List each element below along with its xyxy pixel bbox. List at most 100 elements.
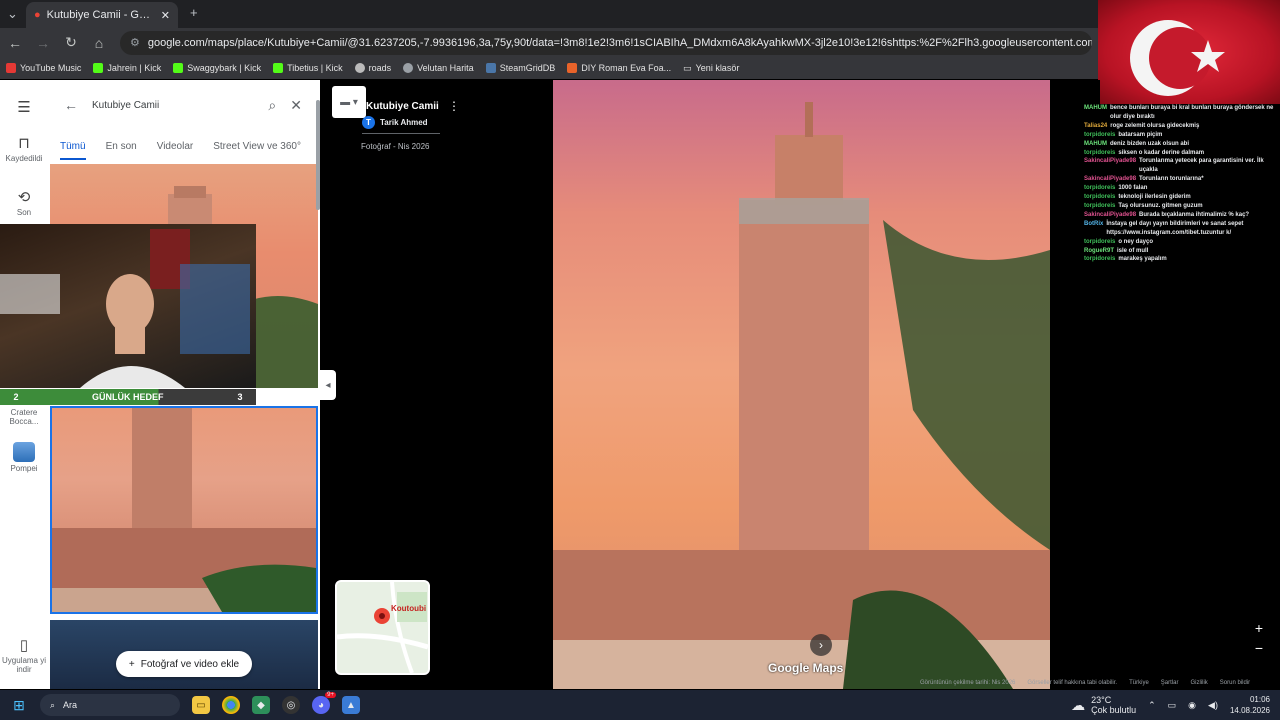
new-tab-icon[interactable]: + xyxy=(190,5,198,20)
windows-start-icon[interactable]: ⊞ xyxy=(10,696,28,714)
goal-current: 2 xyxy=(13,392,19,402)
forward-icon[interactable]: → xyxy=(36,35,50,51)
back-arrow-icon[interactable]: ← xyxy=(64,97,78,113)
get-app-button[interactable]: ▯ Uygulama yi indir xyxy=(0,636,48,674)
url-field[interactable]: ⚙ google.com/maps/place/Kutubiye+Camii/@… xyxy=(120,30,1092,55)
close-tab-icon[interactable]: ✕ xyxy=(161,9,170,22)
display-icon[interactable]: ▭ xyxy=(1168,700,1177,711)
search-box[interactable]: ← Kutubiye Camii ⌕ ✕ xyxy=(58,90,308,120)
zoom-out-button[interactable]: − xyxy=(1250,638,1268,658)
browser-tab[interactable]: ● Kutubiye Camii - Google Harita ✕ xyxy=(26,2,178,28)
next-photo-button[interactable]: › xyxy=(810,634,832,656)
chat-username[interactable]: torpidoreis xyxy=(1084,131,1115,140)
tab-list-icon[interactable]: ⌄ xyxy=(7,6,18,22)
site-info-icon[interactable]: ⚙ xyxy=(130,36,140,49)
app-icon[interactable]: ◆ xyxy=(252,696,270,714)
divider xyxy=(362,133,440,134)
address-bar: ← → ↻ ⌂ ⚙ google.com/maps/place/Kutubiye… xyxy=(0,28,1100,57)
add-photo-button[interactable]: + Fotoğraf ve video ekle xyxy=(116,651,252,677)
picture-icon: ▬ ▾ xyxy=(340,96,358,108)
globe-icon xyxy=(354,63,365,73)
chat-username[interactable]: torpidoreis xyxy=(1084,184,1115,193)
bookmark-item[interactable]: SteamGridDB xyxy=(485,63,555,73)
tab-videos[interactable]: Videolar xyxy=(157,141,194,152)
chat-text: Taş olursunuz. gitmen guzum xyxy=(1118,202,1203,209)
stream-chat: MAHUM bence bunları buraya bi kral bunlar… xyxy=(1084,104,1280,304)
etsy-icon xyxy=(567,63,578,73)
chat-username[interactable]: RogueR9T xyxy=(1084,247,1114,256)
recent-place-item[interactable]: Cratere Bocca... xyxy=(0,408,48,426)
app-icon[interactable]: ▲ xyxy=(342,696,360,714)
bookmark-item[interactable]: roads xyxy=(354,63,391,73)
tab-street-view[interactable]: Street View ve 360° xyxy=(213,141,301,152)
chat-username[interactable]: Talias24 xyxy=(1084,122,1107,131)
system-clock[interactable]: 01:06 14.08.2026 xyxy=(1230,694,1270,716)
photo-tabs: Tümü En son Videolar Street View ve 360° xyxy=(48,132,320,160)
chat-text: siksen o kadar derine dalmam xyxy=(1118,149,1205,156)
file-explorer-icon[interactable]: ▭ xyxy=(192,696,210,714)
back-icon[interactable]: ← xyxy=(8,35,22,51)
chat-text: deniz bizden uzak olsun abi xyxy=(1110,140,1190,147)
recent-button[interactable]: ⟲ Son xyxy=(0,188,48,217)
chat-message: Talias24 roge zelemit olursa gidecekmiş xyxy=(1084,122,1280,131)
chevron-up-icon[interactable]: ⌃ xyxy=(1148,700,1156,711)
close-icon[interactable]: ✕ xyxy=(290,97,302,114)
chat-username[interactable]: SakincaliPiyade98 xyxy=(1084,175,1136,184)
search-icon: ⌕ xyxy=(50,699,56,710)
search-input[interactable]: Kutubiye Camii xyxy=(92,100,254,111)
tab-all[interactable]: Tümü xyxy=(60,141,86,160)
place-title[interactable]: Kutubiye Camii xyxy=(366,101,439,112)
plus-icon: + xyxy=(128,658,135,670)
bookmark-item[interactable]: Velutan Harita xyxy=(403,63,474,73)
saved-button[interactable]: ⊓ Kaydedildi xyxy=(0,134,48,163)
bookmark-item[interactable]: YouTube Music xyxy=(6,63,81,73)
bookmark-item[interactable]: DIY Roman Eva Foa... xyxy=(567,63,671,73)
mini-map[interactable]: Koutoubi xyxy=(335,580,430,675)
tab-latest[interactable]: En son xyxy=(106,141,137,152)
chat-message: torpidoreis teknoloji ilerlesin giderim xyxy=(1084,193,1280,202)
bookmark-folder[interactable]: ▭ Yeni klasör xyxy=(683,63,739,74)
search-icon[interactable]: ⌕ xyxy=(268,97,276,114)
taskbar-search[interactable]: ⌕ Ara xyxy=(40,694,180,716)
chat-message: SakincaliPiyade98 Torunların torunlarına* xyxy=(1084,175,1280,184)
discord-icon[interactable]: ◕ 9+ xyxy=(312,692,336,714)
obs-icon[interactable]: ◎ xyxy=(282,696,300,714)
chat-username[interactable]: SakincaliPiyade98 xyxy=(1084,211,1136,220)
collapse-panel-button[interactable]: ◂ xyxy=(320,370,336,400)
more-options-icon[interactable]: ⋮ xyxy=(448,99,460,113)
home-icon[interactable]: ⌂ xyxy=(92,35,106,51)
chrome-icon[interactable] xyxy=(222,696,240,714)
chat-username[interactable]: MAHUM xyxy=(1084,104,1107,122)
zoom-in-button[interactable]: + xyxy=(1250,618,1268,638)
chat-text: Torunların torunlarına* xyxy=(1139,176,1204,183)
chat-username[interactable]: MAHUM xyxy=(1084,140,1107,149)
volume-icon[interactable]: ◀) xyxy=(1208,700,1218,711)
chat-username[interactable]: torpidoreis xyxy=(1084,193,1115,202)
view-selector-button[interactable]: ▬ ▾ xyxy=(332,86,366,118)
chat-message: MAHUM bence bunları buraya bi kral bunlar… xyxy=(1084,104,1280,122)
chat-username[interactable]: torpidoreis xyxy=(1084,238,1115,247)
bookmark-item[interactable]: Tibetius | Kick xyxy=(273,63,343,73)
menu-button[interactable]: ☰ xyxy=(0,98,48,118)
chat-message: SakincaliPiyade98 Burada bıçaklanma ihtim… xyxy=(1084,211,1280,220)
chat-username[interactable]: BotRix xyxy=(1084,220,1103,238)
bookmark-item[interactable]: Jahrein | Kick xyxy=(93,63,161,73)
photo-author[interactable]: T Tarik Ahmed xyxy=(362,116,428,129)
chat-username[interactable]: torpidoreis xyxy=(1084,149,1115,158)
chat-message: torpidoreis o ney dayço xyxy=(1084,238,1280,247)
network-icon[interactable]: ◉ xyxy=(1188,700,1196,711)
photo-date: Fotoğraf - Nis 2026 xyxy=(361,142,430,151)
main-photo[interactable] xyxy=(553,80,1050,689)
chat-username[interactable]: torpidoreis xyxy=(1084,255,1115,264)
history-icon: ⟲ xyxy=(17,189,31,206)
recent-place-item[interactable]: Pompei xyxy=(0,442,48,473)
chat-username[interactable]: torpidoreis xyxy=(1084,202,1115,211)
google-maps-watermark: Google Maps xyxy=(768,661,844,675)
weather-widget[interactable]: ☁ 23°C Çok bulutlu xyxy=(1071,695,1136,715)
chat-message: torpidoreis Taş olursunuz. gitmen guzum xyxy=(1084,202,1280,211)
reload-icon[interactable]: ↻ xyxy=(64,34,78,51)
bookmarks-bar: YouTube Music Jahrein | Kick Swaggybark … xyxy=(0,57,1100,79)
bookmark-item[interactable]: Swaggybark | Kick xyxy=(173,63,261,73)
chat-username[interactable]: SakincaliPiyade98 xyxy=(1084,157,1136,175)
photo-thumbnail-selected[interactable] xyxy=(50,406,318,614)
